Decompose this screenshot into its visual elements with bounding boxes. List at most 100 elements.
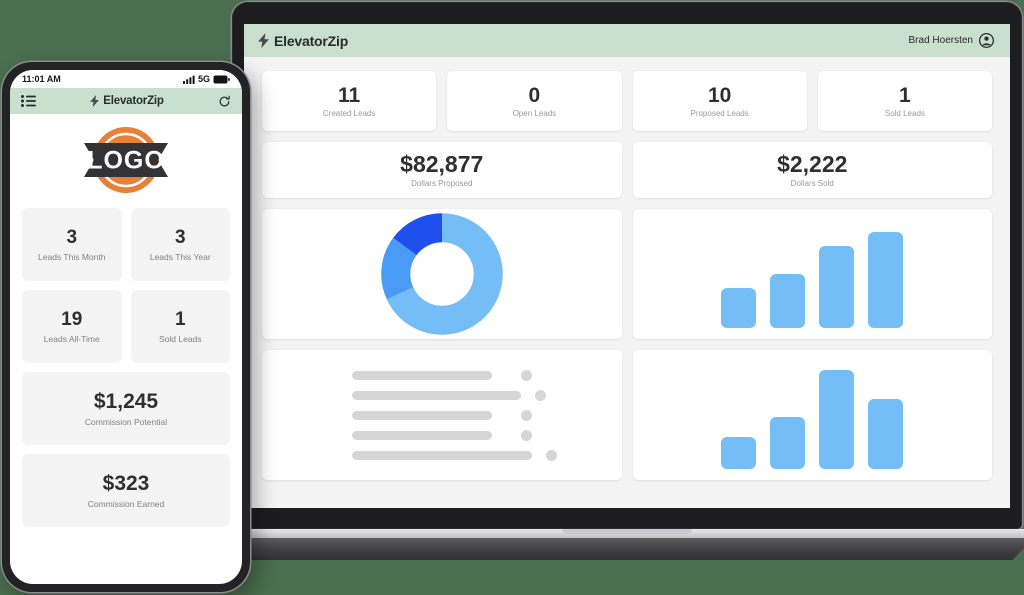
phone-card-commission-potential[interactable]: $1,245 Commission Potential — [22, 372, 230, 445]
stat-label: Proposed Leads — [690, 108, 749, 118]
stat-value: 11 — [338, 83, 361, 107]
phone-card-leads-this-year[interactable]: 3 Leads This Year — [130, 208, 230, 281]
bar — [868, 231, 904, 328]
refresh-icon[interactable] — [218, 95, 231, 108]
phone-screen: 11:01 AM 5G ElevatorZip LOGO 3 Leads Thi… — [10, 70, 242, 584]
phone-card-row: 3 Leads This Month 3 Leads This Year — [22, 208, 230, 281]
list-item — [351, 409, 532, 421]
bar — [819, 245, 855, 328]
phone-card-sold-leads[interactable]: 1 Sold Leads — [130, 290, 230, 363]
money-value: $2,222 — [777, 150, 848, 177]
stat-card-dollars-sold[interactable]: $2,222 Dollars Sold — [632, 142, 992, 198]
stat-value: 1 — [899, 83, 911, 107]
skeleton-dot — [520, 369, 532, 381]
phone-status-bar: 11:01 AM 5G — [10, 70, 242, 88]
skeleton-bar — [351, 370, 493, 380]
phone-card-leads-all-time[interactable]: 19 Leads All-Time — [22, 290, 122, 363]
laptop-device: ElevatorZip Brad Hoersten 11 Created Lea… — [220, 2, 1024, 562]
stat-value: 0 — [528, 83, 541, 107]
bar-chart-panel-bottom[interactable] — [632, 350, 992, 480]
donut-chart-panel[interactable] — [262, 209, 622, 339]
money-label: Dollars Sold — [790, 178, 834, 188]
donut-chart — [380, 213, 503, 335]
bar — [770, 417, 806, 469]
phone-card-value: $1,245 — [93, 389, 159, 413]
list-item — [351, 389, 546, 401]
stat-card-dollars-proposed[interactable]: $82,877 Dollars Proposed — [262, 142, 622, 198]
bar — [721, 288, 757, 328]
phone-brand-label: ElevatorZip — [103, 95, 164, 107]
phone-card-value: 3 — [66, 226, 78, 248]
laptop-screen: ElevatorZip Brad Hoersten 11 Created Lea… — [244, 24, 1010, 508]
cellular-signal-icon — [182, 75, 195, 84]
lead-stats-row: 11 Created Leads 0 Open Leads 10 Propose… — [262, 71, 992, 131]
money-value: $82,877 — [400, 150, 484, 177]
placeholder-list-panel[interactable] — [262, 350, 622, 480]
phone-brand[interactable]: ElevatorZip — [90, 95, 164, 107]
stat-card-open-leads[interactable]: 0 Open Leads — [447, 71, 622, 131]
laptop-brand[interactable]: ElevatorZip — [258, 33, 348, 49]
bar — [819, 369, 855, 469]
bar — [770, 274, 806, 328]
battery-full-icon — [213, 75, 230, 83]
stat-value: 10 — [707, 83, 732, 107]
laptop-app-header: ElevatorZip Brad Hoersten — [244, 24, 1010, 57]
skeleton-bar — [351, 430, 493, 440]
charts-row-bottom — [262, 350, 992, 480]
user-avatar-icon — [979, 33, 994, 48]
stat-card-created-leads[interactable]: 11 Created Leads — [262, 71, 437, 131]
phone-card-label: Commission Potential — [84, 416, 168, 427]
dollars-row: $82,877 Dollars Proposed $2,222 Dollars … — [262, 142, 992, 198]
skeleton-bar — [351, 390, 521, 400]
charts-row-top — [262, 209, 992, 339]
status-bar-time: 11:01 AM — [22, 74, 61, 84]
laptop-brand-label: ElevatorZip — [274, 32, 349, 49]
bar — [721, 436, 757, 469]
skeleton-dot — [520, 429, 532, 441]
phone-card-commission-earned[interactable]: $323 Commission Earned — [22, 454, 230, 527]
list-item — [351, 449, 557, 461]
donut-chart-svg — [380, 213, 503, 335]
phone-card-label: Commission Earned — [87, 498, 165, 509]
stat-label: Open Leads — [512, 108, 557, 118]
phone-card-label: Leads All-Time — [43, 333, 100, 344]
skeleton-dot — [534, 389, 546, 401]
logo-text: LOGO — [87, 147, 165, 175]
phone-card-row: $1,245 Commission Potential — [22, 372, 230, 445]
money-label: Dollars Proposed — [411, 178, 473, 188]
phone-card-value: 19 — [61, 308, 83, 330]
phone-card-row: 19 Leads All-Time 1 Sold Leads — [22, 290, 230, 363]
laptop-lid: ElevatorZip Brad Hoersten 11 Created Lea… — [232, 2, 1022, 529]
skeleton-bar — [351, 450, 532, 460]
phone-card-label: Leads This Month — [38, 251, 106, 262]
stat-label: Sold Leads — [884, 108, 925, 118]
status-bar-network: 5G — [197, 74, 210, 84]
mockup-stage: ElevatorZip Brad Hoersten 11 Created Lea… — [0, 0, 1024, 595]
phone-card-row: $323 Commission Earned — [22, 454, 230, 527]
stat-label: Created Leads — [322, 108, 376, 118]
skeleton-list — [351, 369, 557, 461]
status-bar-indicators: 5G — [182, 74, 230, 84]
lightning-bolt-icon — [90, 95, 100, 107]
bar-chart-top — [721, 220, 904, 328]
stat-card-proposed-leads[interactable]: 10 Proposed Leads — [632, 71, 807, 131]
skeleton-dot — [520, 409, 532, 421]
phone-card-leads-this-month[interactable]: 3 Leads This Month — [22, 208, 122, 281]
phone-card-label: Sold Leads — [158, 333, 202, 344]
phone-stat-cards: 3 Leads This Month 3 Leads This Year 19 … — [10, 206, 242, 527]
skeleton-bar — [351, 410, 493, 420]
bar-chart-bottom — [721, 361, 904, 469]
laptop-dashboard: 11 Created Leads 0 Open Leads 10 Propose… — [244, 57, 1010, 508]
phone-card-value: 1 — [174, 308, 186, 330]
list-item — [351, 429, 532, 441]
stat-card-sold-leads[interactable]: 1 Sold Leads — [817, 71, 992, 131]
laptop-user-name: Brad Hoersten — [908, 35, 973, 46]
phone-card-value: 3 — [174, 226, 186, 248]
laptop-base — [220, 538, 1024, 560]
logo-badge-icon: LOGO — [84, 127, 168, 193]
list-menu-icon[interactable] — [21, 95, 36, 107]
bar-chart-panel-top[interactable] — [632, 209, 992, 339]
phone-card-label: Leads This Year — [149, 251, 211, 262]
lightning-bolt-icon — [258, 33, 269, 48]
laptop-user-menu[interactable]: Brad Hoersten — [909, 33, 994, 48]
